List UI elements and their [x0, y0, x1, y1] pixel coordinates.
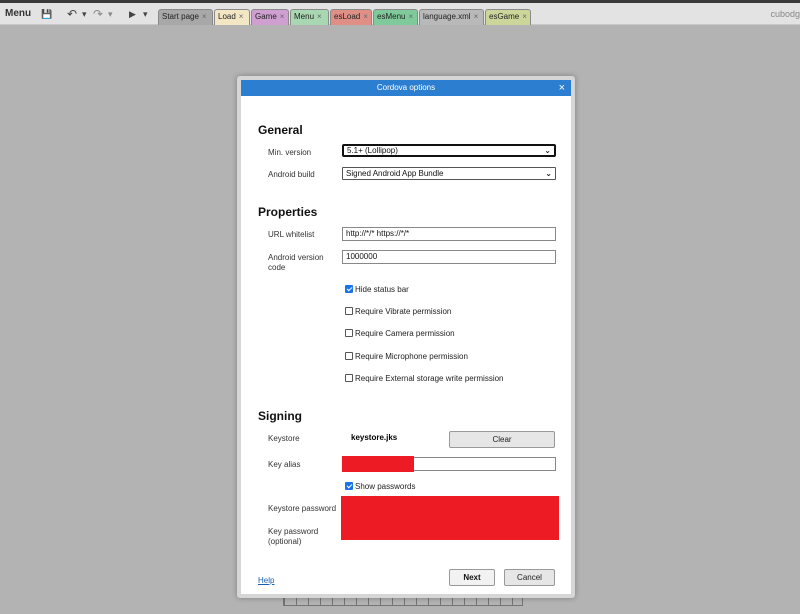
tab-menu[interactable]: Menu × [290, 9, 329, 25]
close-icon[interactable]: × [317, 12, 322, 21]
key-password-label: Key password (optional) [268, 527, 319, 546]
checkbox-icon[interactable] [345, 329, 353, 337]
close-icon[interactable]: × [522, 12, 527, 21]
chevron-down-icon: ⌄ [544, 146, 551, 155]
min-version-label: Min. version [268, 148, 312, 157]
close-icon[interactable]: × [202, 12, 207, 21]
redacted-key-alias [342, 456, 414, 472]
checkbox-icon[interactable] [345, 307, 353, 315]
key-alias-input[interactable] [342, 456, 556, 472]
signing-heading: Signing [258, 409, 302, 423]
android-version-input[interactable]: 1000000 [342, 250, 556, 264]
redo-icon[interactable]: ↷ [93, 6, 103, 22]
checkbox-icon[interactable] [345, 482, 353, 490]
close-icon[interactable]: × [239, 12, 244, 21]
tab-load[interactable]: Load × [214, 9, 250, 25]
clear-button[interactable]: Clear [449, 431, 555, 448]
redo-dropdown-icon[interactable]: ▾ [108, 6, 113, 22]
key-alias-label: Key alias [268, 460, 301, 469]
next-button[interactable]: Next [449, 569, 495, 586]
android-build-label: Android build [268, 170, 315, 179]
android-build-select[interactable]: Signed Android App Bundle ⌄ [342, 167, 556, 180]
main-toolbar: Menu 💾 ↶ ▾ ↷ ▾ ▶ ▾ Start page × Load × Gam… [0, 3, 800, 25]
tab-esload[interactable]: esLoad × [330, 9, 372, 25]
url-whitelist-input[interactable]: http://*/* https://*/* [342, 227, 556, 241]
help-link[interactable]: Help [258, 576, 274, 585]
url-whitelist-label: URL whitelist [268, 230, 315, 239]
keystore-label: Keystore [268, 434, 300, 443]
user-label: cubodg [770, 9, 800, 19]
cordova-options-dialog: Cordova options × General Min. version 5… [237, 76, 575, 598]
chevron-down-icon: ⌄ [545, 169, 552, 178]
show-passwords-checkbox[interactable]: Show passwords [345, 482, 415, 492]
cancel-button[interactable]: Cancel [504, 569, 555, 586]
dialog-title-bar: Cordova options × [241, 80, 571, 96]
checkbox-icon[interactable] [345, 374, 353, 382]
tab-game[interactable]: Game × [251, 9, 289, 25]
android-version-label: Android version code [268, 253, 324, 272]
checkbox-icon[interactable] [345, 352, 353, 360]
menu-button[interactable]: Menu [5, 6, 31, 22]
close-icon[interactable]: × [474, 12, 479, 21]
play-icon[interactable]: ▶ [129, 6, 136, 22]
external-storage-permission-checkbox[interactable]: Require External storage write permissio… [345, 374, 504, 384]
min-version-select[interactable]: 5.1+ (Lollipop) ⌄ [342, 144, 556, 157]
dialog-title: Cordova options [376, 83, 436, 92]
properties-heading: Properties [258, 205, 318, 219]
save-icon[interactable]: 💾 [41, 6, 52, 22]
close-icon[interactable]: × [408, 12, 413, 21]
undo-icon[interactable]: ↶ [67, 6, 77, 22]
tab-esmenu[interactable]: esMenu × [373, 9, 418, 25]
checkbox-icon[interactable] [345, 285, 353, 293]
redacted-passwords[interactable] [341, 496, 559, 540]
play-dropdown-icon[interactable]: ▾ [143, 6, 148, 22]
camera-permission-checkbox[interactable]: Require Camera permission [345, 329, 455, 339]
tab-language-xml[interactable]: language.xml × [419, 9, 484, 25]
tab-start-page[interactable]: Start page × [158, 9, 213, 25]
tab-esgame[interactable]: esGame × [485, 9, 531, 25]
keystore-filename: keystore.jks [351, 433, 398, 442]
close-icon[interactable]: × [559, 80, 565, 96]
close-icon[interactable]: × [280, 12, 285, 21]
keystore-password-label: Keystore password [268, 504, 337, 513]
general-heading: General [258, 123, 303, 137]
close-icon[interactable]: × [363, 12, 368, 21]
microphone-permission-checkbox[interactable]: Require Microphone permission [345, 352, 468, 362]
vibrate-permission-checkbox[interactable]: Require Vibrate permission [345, 307, 451, 317]
hide-status-bar-checkbox[interactable]: Hide status bar [345, 285, 409, 295]
undo-dropdown-icon[interactable]: ▾ [82, 6, 87, 22]
